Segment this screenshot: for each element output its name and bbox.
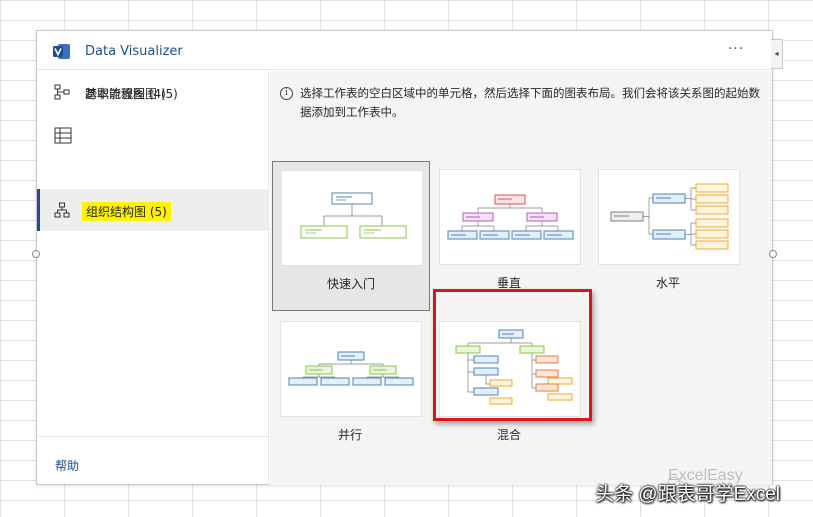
- collapse-pane-button[interactable]: ◂: [771, 39, 783, 69]
- sidebar-item-label: 跨职能流程图 (5): [85, 87, 178, 101]
- layout-thumbnail: [281, 170, 423, 266]
- sidebar-item-org-chart[interactable]: 组织结构图 (5): [37, 189, 268, 231]
- sidebar-item-label: 组织结构图 (5): [82, 202, 171, 221]
- cross-functional-flowchart-icon: [54, 84, 70, 100]
- quick-start-preview-icon: [300, 192, 407, 239]
- instructions-text: 选择工作表的空白区域中的单元格，然后选择下面的图表布局。我们会将该关系图的起始数…: [300, 86, 760, 119]
- info-icon: i: [280, 87, 293, 100]
- sidebar-item-cross-functional-flowchart[interactable]: 跨职能流程图 (5): [37, 87, 268, 189]
- more-options-button[interactable]: ···: [725, 40, 747, 60]
- layout-label: 水平: [655, 276, 680, 290]
- parallel-preview-icon: [288, 351, 414, 386]
- cross-functional-flowchart-icon: [54, 127, 72, 144]
- resize-handle-right[interactable]: [769, 250, 777, 258]
- pane-header: Data Visualizer ···: [37, 31, 772, 70]
- horizontal-preview-icon: [610, 183, 729, 250]
- layout-thumbnail: [598, 169, 740, 265]
- visio-app-icon: [53, 44, 70, 59]
- layout-thumbnail: [439, 169, 581, 265]
- app-title: Data Visualizer: [85, 44, 183, 59]
- help-link[interactable]: 帮助: [55, 457, 79, 474]
- annotation-highlight-box: [433, 289, 592, 421]
- org-chart-icon: [54, 202, 70, 218]
- layout-label: 快速入门: [326, 277, 375, 291]
- layout-card-quick-start[interactable]: 快速入门: [272, 161, 430, 311]
- help-bar: 帮助: [37, 436, 268, 485]
- layout-card-parallel[interactable]: 并行: [272, 313, 430, 463]
- data-visualizer-pane: Data Visualizer ··· ◂ 基本流程图 (4) 跨职能流程图 (…: [32, 30, 783, 485]
- resize-handle-left[interactable]: [32, 250, 40, 258]
- watermark-author: 头条 @跟表哥学Excel: [595, 484, 781, 505]
- layout-card-horizontal[interactable]: 水平: [590, 161, 748, 311]
- layout-label: 并行: [337, 428, 362, 442]
- vertical-preview-icon: [447, 194, 574, 240]
- layout-thumbnail: [280, 321, 422, 417]
- layout-gallery: i 选择工作表的空白区域中的单元格，然后选择下面的图表布局。我们会将该关系图的起…: [270, 71, 772, 485]
- layout-label: 混合: [496, 428, 521, 442]
